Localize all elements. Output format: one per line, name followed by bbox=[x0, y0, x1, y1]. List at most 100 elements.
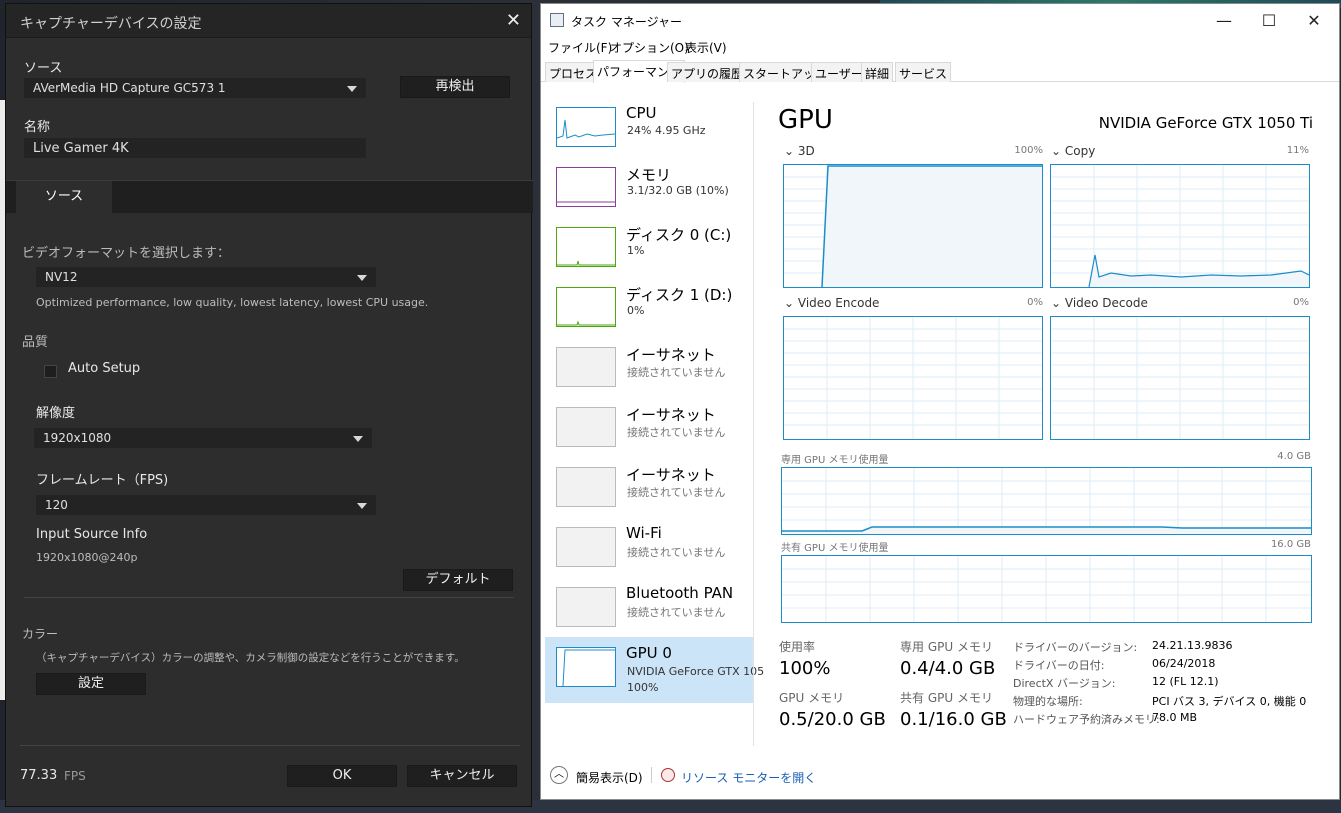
source-dropdown[interactable]: AVerMedia HD Capture GC573 1 bbox=[24, 78, 366, 98]
engine-video-decode-graph bbox=[1050, 316, 1310, 440]
sidebar-item-label: イーサネット bbox=[626, 406, 716, 424]
wifi-thumbnail bbox=[556, 527, 616, 567]
settings-button[interactable]: 設定 bbox=[36, 673, 146, 695]
sidebar-item-ethernet[interactable]: イーサネット 接続されていません bbox=[545, 340, 753, 400]
engine-3d-label[interactable]: ⌄ 3D bbox=[784, 144, 815, 158]
sidebar-item-disk-c[interactable]: ディスク 0 (C:) 1% bbox=[545, 220, 753, 280]
sidebar-item-bluetooth[interactable]: Bluetooth PAN 接続されていません bbox=[545, 580, 753, 640]
sidebar-item-label: イーサネット bbox=[626, 466, 716, 484]
task-manager-icon bbox=[550, 13, 564, 27]
engine-video-encode-graph bbox=[783, 316, 1043, 440]
engine-video-encode-label[interactable]: ⌄ Video Encode bbox=[784, 296, 879, 310]
menu-view[interactable]: 表示(V) bbox=[685, 39, 727, 56]
close-icon[interactable]: ✕ bbox=[506, 10, 521, 31]
sidebar-item-label: Wi-Fi bbox=[626, 524, 662, 542]
chevron-down-icon bbox=[357, 275, 367, 281]
sidebar-item-label: GPU 0 bbox=[626, 644, 672, 662]
source-label: ソース bbox=[24, 61, 63, 76]
name-input[interactable]: Live Gamer 4K bbox=[24, 138, 366, 158]
disk-thumbnail bbox=[556, 287, 616, 327]
rescan-button[interactable]: 再検出 bbox=[400, 76, 510, 98]
shared-memory-graph bbox=[781, 555, 1312, 623]
sidebar-item-disk-d[interactable]: ディスク 1 (D:) 0% bbox=[545, 280, 753, 340]
shared-memory-max: 16.0 GB bbox=[1270, 539, 1311, 550]
engine-copy-max: 11% bbox=[1286, 145, 1309, 156]
color-description: （キャプチャーデバイス）カラーの調整や、カメラ制御の設定などを行うことができます… bbox=[36, 652, 465, 664]
video-format-description: Optimized performance, low quality, lowe… bbox=[36, 296, 429, 309]
fps-unit: FPS bbox=[64, 769, 86, 783]
sidebar-item-wifi[interactable]: Wi-Fi 接続されていません bbox=[545, 520, 753, 580]
titlebar: タスク マネージャー — ☐ ✕ bbox=[541, 4, 1339, 36]
tab-app-history[interactable]: アプリの履歴 bbox=[667, 62, 748, 82]
framerate-value: 120 bbox=[45, 498, 68, 512]
sidebar-item-detail: 接続されていません bbox=[627, 546, 726, 559]
ok-button[interactable]: OK bbox=[287, 765, 397, 787]
sidebar-item-detail: 接続されていません bbox=[627, 486, 726, 499]
cpu-thumbnail bbox=[556, 107, 616, 147]
sidebar-item-label: ディスク 0 (C:) bbox=[626, 226, 732, 244]
resource-monitor-link[interactable]: リソース モニターを開く bbox=[681, 769, 816, 786]
sidebar-item-ethernet[interactable]: イーサネット 接続されていません bbox=[545, 400, 753, 460]
memory-thumbnail bbox=[556, 167, 616, 207]
cancel-button[interactable]: キャンセル bbox=[407, 765, 517, 787]
dialog-titlebar: キャプチャーデバイスの設定 ✕ bbox=[6, 4, 531, 38]
dedicated-memory-stat-value: 0.4/4.0 GB bbox=[900, 658, 996, 679]
gpu-memory-value: 0.5/20.0 GB bbox=[779, 709, 886, 730]
auto-setup-checkbox[interactable] bbox=[44, 365, 57, 378]
resolution-label: 解像度 bbox=[36, 406, 76, 421]
sidebar-item-label: ディスク 1 (D:) bbox=[626, 286, 733, 304]
resource-monitor-icon bbox=[661, 768, 675, 782]
shared-memory-label: 共有 GPU メモリ使用量 bbox=[781, 543, 889, 554]
tab-users[interactable]: ユーザー bbox=[811, 62, 867, 82]
tab-details[interactable]: 詳細 bbox=[861, 62, 894, 82]
sidebar-item-detail: 0% bbox=[627, 304, 645, 317]
video-format-label: ビデオフォーマットを選択します： bbox=[22, 246, 231, 261]
sidebar-item-gpu[interactable]: GPU 0 NVIDIA GeForce GTX 105 100% bbox=[545, 637, 764, 703]
engine-3d-max: 100% bbox=[1014, 145, 1043, 156]
sidebar-item-detail: NVIDIA GeForce GTX 105 bbox=[627, 665, 765, 678]
engine-video-decode-label[interactable]: ⌄ Video Decode bbox=[1051, 296, 1148, 310]
chevron-up-icon[interactable]: ︿ bbox=[550, 766, 568, 784]
video-format-dropdown[interactable]: NV12 bbox=[36, 267, 376, 287]
bluetooth-thumbnail bbox=[556, 587, 616, 627]
sidebar-item-ethernet[interactable]: イーサネット 接続されていません bbox=[545, 460, 753, 520]
engine-copy-graph bbox=[1050, 164, 1310, 288]
footer: ︿ 簡易表示(D) リソース モニターを開く bbox=[541, 756, 1339, 796]
gpu-memory-label: GPU メモリ bbox=[779, 691, 845, 705]
chevron-down-icon bbox=[353, 436, 363, 442]
sidebar-item-detail: 1% bbox=[627, 244, 645, 257]
maximize-icon[interactable]: ☐ bbox=[1259, 11, 1279, 30]
fewer-details-link[interactable]: 簡易表示(D) bbox=[576, 769, 643, 786]
close-icon[interactable]: ✕ bbox=[1304, 11, 1324, 30]
driver-version-label: ドライバーのバージョン: bbox=[1013, 641, 1138, 654]
name-label: 名称 bbox=[24, 120, 51, 135]
menu-file[interactable]: ファイル(F) bbox=[548, 39, 612, 56]
sidebar-item-memory[interactable]: メモリ 3.1/32.0 GB (10%) bbox=[545, 160, 753, 220]
tab-source[interactable]: ソース bbox=[16, 181, 112, 214]
menu-bar: ファイル(F) オプション(O) 表示(V) bbox=[541, 38, 1339, 56]
minimize-icon[interactable]: — bbox=[1214, 11, 1234, 30]
divider bbox=[24, 597, 514, 598]
framerate-label: フレームレート（FPS) bbox=[36, 473, 169, 488]
chevron-down-icon bbox=[357, 503, 367, 509]
quality-label: 品質 bbox=[22, 335, 49, 350]
ethernet-thumbnail bbox=[556, 407, 616, 447]
shared-memory-stat-value: 0.1/16.0 GB bbox=[900, 709, 1007, 730]
resolution-dropdown[interactable]: 1920x1080 bbox=[34, 428, 372, 448]
tab-services[interactable]: サービス bbox=[895, 62, 952, 82]
physical-location-label: 物理的な場所: bbox=[1013, 695, 1083, 708]
video-format-value: NV12 bbox=[45, 270, 78, 284]
sidebar-item-cpu[interactable]: CPU 24% 4.95 GHz bbox=[545, 100, 753, 160]
driver-version-value: 24.21.13.9836 bbox=[1152, 639, 1233, 652]
reserved-memory-label: ハードウェア予約済みメモリ: bbox=[1013, 713, 1160, 726]
task-manager-window: タスク マネージャー — ☐ ✕ ファイル(F) オプション(O) 表示(V) … bbox=[540, 3, 1340, 800]
framerate-dropdown[interactable]: 120 bbox=[36, 495, 376, 515]
gpu-name: NVIDIA GeForce GTX 1050 Ti bbox=[1098, 114, 1313, 132]
sidebar-item-label: CPU bbox=[626, 104, 657, 122]
divider bbox=[753, 102, 754, 746]
default-button[interactable]: デフォルト bbox=[403, 569, 513, 591]
engine-copy-label[interactable]: ⌄ Copy bbox=[1051, 144, 1095, 158]
menu-options[interactable]: オプション(O) bbox=[610, 39, 689, 56]
directx-version-value: 12 (FL 12.1) bbox=[1152, 675, 1219, 688]
sidebar-item-detail: 接続されていません bbox=[627, 366, 726, 379]
